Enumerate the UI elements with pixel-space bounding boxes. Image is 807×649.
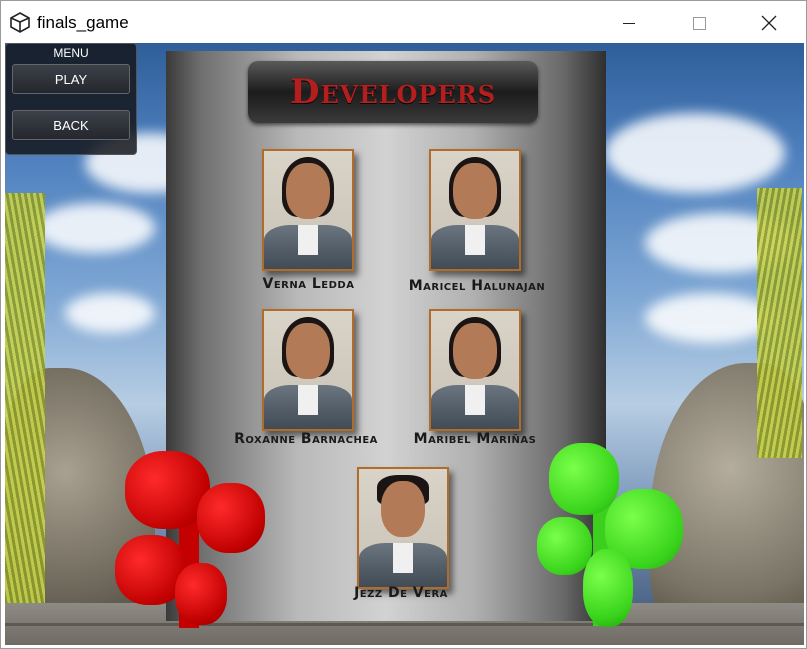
window-title: finals_game <box>37 13 129 32</box>
minimize-icon <box>623 22 635 24</box>
cloud <box>605 113 785 193</box>
unity-icon <box>10 12 30 33</box>
willow-tree-left <box>5 193 45 623</box>
game-window: finals_game Developers Verna Ledda Maric… <box>0 0 807 649</box>
cloud <box>35 203 155 253</box>
cloud <box>645 293 775 343</box>
close-icon <box>761 15 777 31</box>
green-plant <box>537 441 687 631</box>
developer-name: Jezz De Vera <box>354 585 448 601</box>
back-button[interactable]: BACK <box>12 110 130 140</box>
play-button[interactable]: PLAY <box>12 64 130 94</box>
minimize-button[interactable] <box>606 9 652 37</box>
red-plant <box>115 443 265 633</box>
developer-name: Maricel Halunajan <box>408 278 546 294</box>
menu-panel: MENU PLAY BACK <box>5 43 137 155</box>
developer-name: Verna Ledda <box>262 276 355 292</box>
developer-photo <box>429 309 521 431</box>
developer-photo <box>262 309 354 431</box>
title-bar[interactable]: finals_game <box>1 1 806 43</box>
developer-photo <box>262 149 354 271</box>
maximize-button[interactable] <box>676 9 722 37</box>
developers-banner: Developers <box>248 61 538 123</box>
menu-title: MENU <box>53 46 89 60</box>
close-button[interactable] <box>746 9 792 37</box>
developer-photo <box>429 149 521 271</box>
developer-photo <box>357 467 449 589</box>
maximize-icon <box>692 16 706 30</box>
banner-title: Developers <box>289 72 497 112</box>
developer-name: Maribel Mariñas <box>413 431 537 447</box>
willow-tree-right <box>757 188 802 458</box>
cloud <box>65 293 155 333</box>
